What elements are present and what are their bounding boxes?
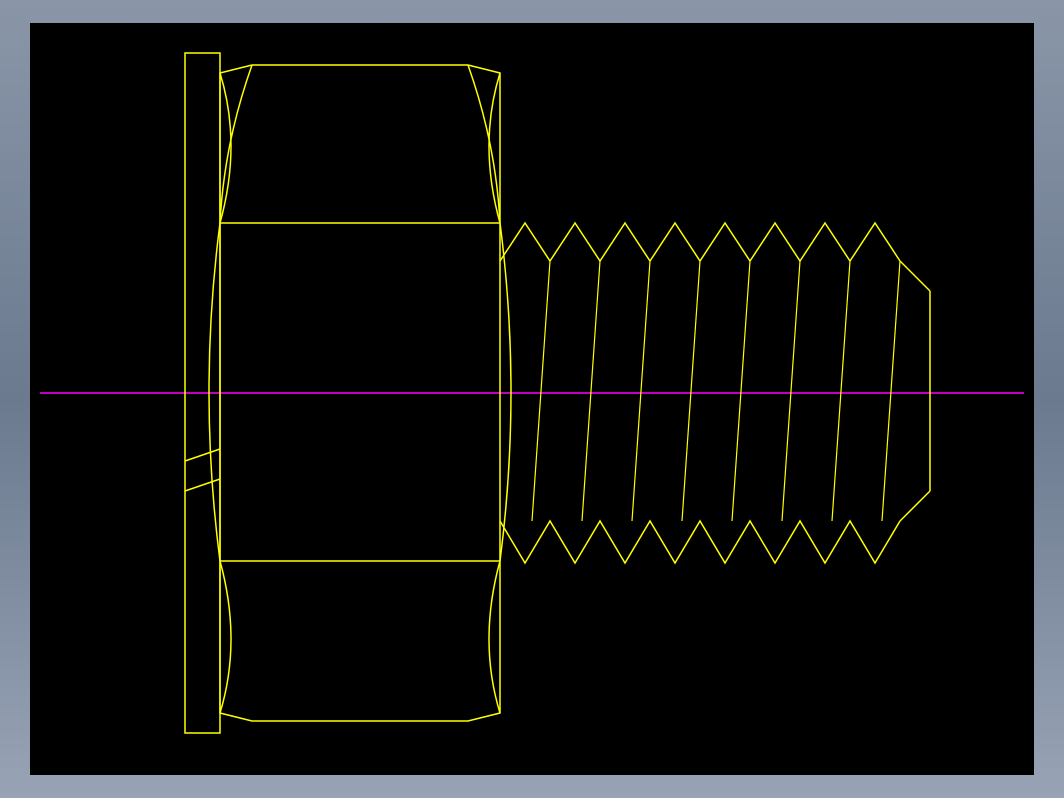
- x2: [220, 65, 266, 223]
- thread-end-chamfer-bottom: [900, 491, 930, 521]
- thread-helix-7: [832, 261, 850, 521]
- thread-helix-2: [582, 261, 600, 521]
- nut-middle-left-arc: [209, 223, 220, 561]
- washer-split-bottom: [185, 479, 220, 491]
- thread-helix-6: [782, 261, 800, 521]
- thread-bottom-crests: [500, 521, 900, 563]
- cad-canvas: [30, 23, 1034, 775]
- thread-helix-4: [682, 261, 700, 521]
- thread-end-chamfer-top: [900, 261, 930, 291]
- nut-bot-left-arc: [220, 561, 231, 713]
- nut-middle-right-arc: [500, 223, 511, 561]
- cad-drawing-svg: [30, 23, 1034, 775]
- thread-helix-1: [532, 261, 550, 521]
- thread-helix-3: [632, 261, 650, 521]
- nut-bot-right-arc: [489, 561, 500, 713]
- thread-helix-5: [732, 261, 750, 521]
- x: [220, 198, 360, 223]
- x3: [252, 65, 468, 146]
- thread-helix-8: [882, 261, 900, 521]
- h: [900, 233, 918, 261]
- nut-arc-hidden2: [252, 65, 468, 76]
- thread-top-crests: [500, 223, 900, 261]
- nut-arc-hidden: [220, 203, 500, 223]
- washer-split-top: [185, 449, 220, 461]
